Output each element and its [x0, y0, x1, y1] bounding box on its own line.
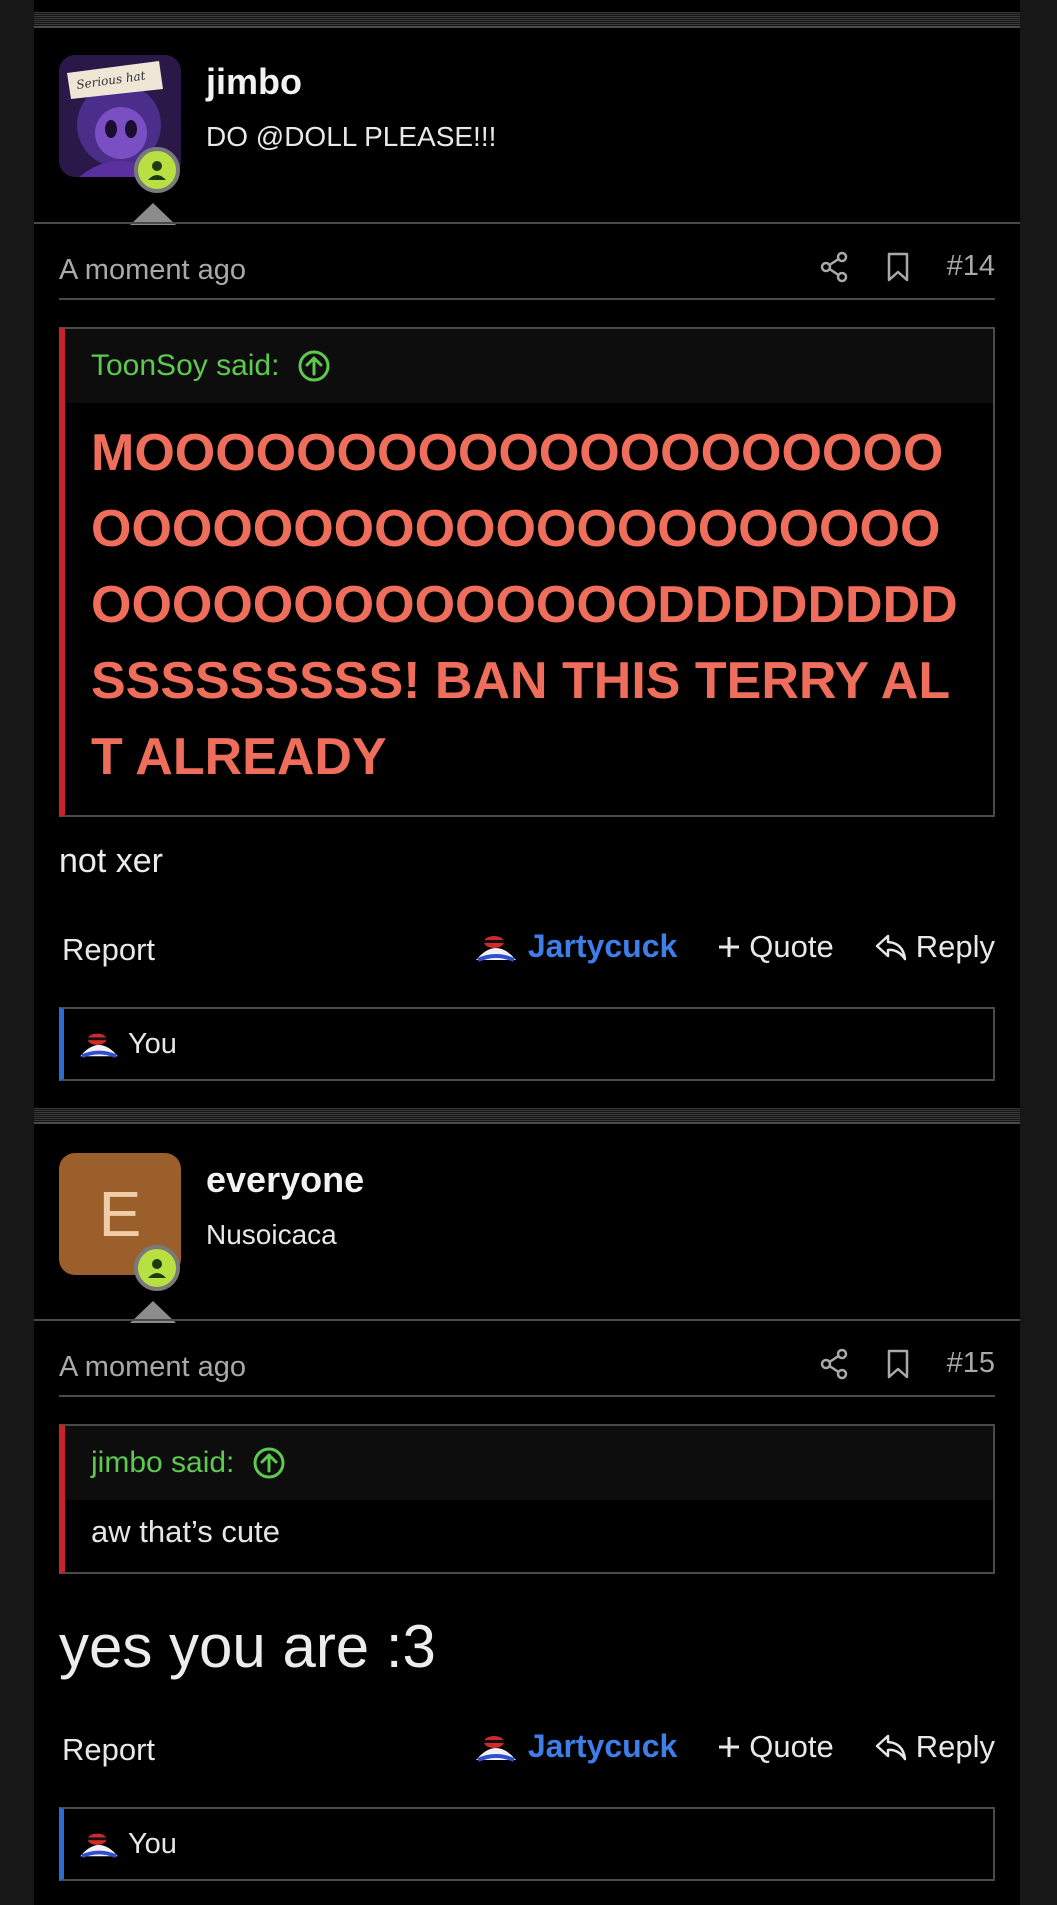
report-button[interactable]: Report: [62, 932, 155, 968]
reaction-user[interactable]: Jartycuck: [528, 1728, 677, 1765]
plus-icon: [719, 936, 740, 957]
quote-header[interactable]: jimbo said:: [65, 1426, 993, 1500]
quote-header[interactable]: ToonSoy said:: [65, 329, 993, 403]
liked-by[interactable]: You: [128, 1828, 177, 1861]
liked-by[interactable]: You: [128, 1028, 177, 1061]
quote-block: ToonSoy said: MOOOOOOOOOOOOOOOOOOOOOOOOO…: [59, 327, 995, 817]
quote-author[interactable]: jimbo said:: [91, 1446, 234, 1480]
post-separator: [34, 1108, 1020, 1124]
post-time[interactable]: A moment ago: [59, 254, 246, 287]
quote-button[interactable]: Quote: [717, 1728, 834, 1765]
quote-label: Quote: [749, 928, 834, 964]
thread-column: Serious hat jimbo DO @DOLL PLEASE!!! A m…: [34, 0, 1020, 1905]
reaction-user[interactable]: Jartycuck: [528, 928, 677, 965]
reaction-icon: [80, 1833, 118, 1858]
username[interactable]: everyone: [206, 1159, 364, 1201]
post-meta: A moment ago #14: [59, 240, 995, 300]
post-body: yes you are :3: [59, 1613, 436, 1680]
bookmark-icon[interactable]: [885, 251, 911, 283]
share-icon[interactable]: [819, 251, 849, 283]
post-header-divider: [34, 1319, 1020, 1321]
plus-icon: [719, 1736, 740, 1757]
reaction-icon: [475, 1735, 516, 1762]
post-number[interactable]: #14: [947, 250, 995, 283]
post-header-divider: [34, 222, 1020, 224]
bookmark-icon[interactable]: [885, 1348, 911, 1380]
username[interactable]: jimbo: [206, 61, 302, 103]
post-body: not xer: [59, 842, 163, 880]
meta-divider: [59, 1395, 995, 1397]
reply-icon: [875, 1734, 906, 1760]
post-number[interactable]: #15: [947, 1347, 995, 1380]
arrow-up-circle-icon[interactable]: [252, 1446, 286, 1480]
reply-button[interactable]: Reply: [874, 929, 995, 965]
reply-label: Reply: [915, 928, 995, 964]
post-actions: Report Jartycuck Quote Reply: [59, 920, 995, 980]
likes-bar[interactable]: You: [59, 1807, 995, 1881]
reply-icon: [875, 934, 906, 960]
reaction-icon: [80, 1033, 118, 1058]
post-meta: A moment ago #15: [59, 1337, 995, 1397]
quote-author[interactable]: ToonSoy said:: [91, 349, 279, 383]
share-icon[interactable]: [819, 1348, 849, 1380]
reply-button[interactable]: Reply: [874, 1729, 995, 1765]
report-button[interactable]: Report: [62, 1732, 155, 1768]
user-title: DO @DOLL PLEASE!!!: [206, 121, 497, 152]
quote-button[interactable]: Quote: [717, 928, 834, 965]
likes-bar[interactable]: You: [59, 1007, 995, 1081]
reaction-button[interactable]: Jartycuck: [474, 928, 677, 965]
reaction-button[interactable]: Jartycuck: [474, 1728, 677, 1765]
arrow-up-circle-icon[interactable]: [297, 349, 331, 383]
online-status-icon: [134, 1245, 180, 1291]
reply-label: Reply: [915, 1728, 995, 1764]
post-time[interactable]: A moment ago: [59, 1351, 246, 1384]
quote-text: aw that’s cute: [91, 1514, 280, 1549]
quote-text: MOOOOOOOOOOOOOOOOOOOOOOOOOOOOOOOOOOOOOOO…: [91, 424, 958, 786]
reaction-icon: [475, 935, 516, 962]
user-title: Nusoicaca: [206, 1219, 337, 1250]
post-separator: [34, 12, 1020, 28]
meta-divider: [59, 298, 995, 300]
online-status-icon: [134, 147, 180, 193]
quote-label: Quote: [749, 1728, 834, 1764]
quote-block: jimbo said: aw that’s cute: [59, 1424, 995, 1574]
post-actions: Report Jartycuck Quote Reply: [59, 1720, 995, 1780]
